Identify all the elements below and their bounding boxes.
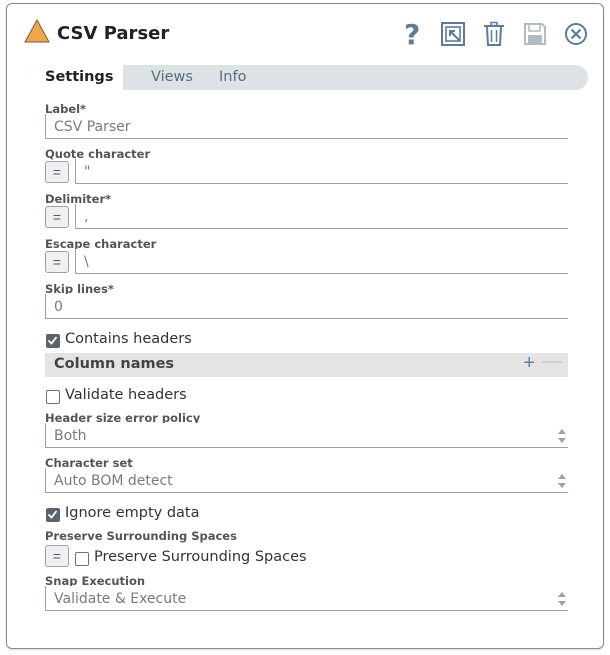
export-icon bbox=[440, 22, 465, 46]
add-column-button[interactable]: + bbox=[523, 352, 535, 375]
help-button[interactable]: ? bbox=[398, 19, 425, 49]
snap-execution-select[interactable]: Validate & Execute bbox=[45, 586, 568, 611]
column-names-section: Column names + — bbox=[45, 350, 568, 377]
save-icon bbox=[523, 23, 546, 45]
svg-text:?: ? bbox=[404, 20, 420, 48]
select-arrows-icon bbox=[558, 592, 566, 606]
tab-settings[interactable]: Settings bbox=[25, 65, 123, 90]
checkmark-icon bbox=[47, 336, 58, 345]
delimiter-expression-toggle[interactable]: = bbox=[45, 206, 69, 228]
snap-execution-value: Validate & Execute bbox=[54, 591, 187, 607]
csv-parser-dialog: CSV Parser ? Settings Views Info Label* … bbox=[6, 3, 604, 649]
column-names-title: Column names bbox=[54, 356, 175, 372]
preserve-surrounding-spaces-checkbox-label: Preserve Surrounding Spaces bbox=[94, 549, 307, 565]
preserve-spaces-expression-toggle[interactable]: = bbox=[45, 545, 69, 567]
validate-headers-checkbox[interactable] bbox=[46, 390, 60, 404]
label-input[interactable]: CSV Parser bbox=[45, 114, 568, 139]
close-button[interactable] bbox=[562, 19, 589, 49]
skip-lines-input[interactable]: 0 bbox=[45, 294, 568, 319]
ignore-empty-data-label: Ignore empty data bbox=[65, 505, 200, 521]
export-button[interactable] bbox=[439, 19, 466, 49]
validate-headers-label: Validate headers bbox=[65, 387, 187, 403]
tab-info[interactable]: Info bbox=[219, 65, 246, 90]
quote-character-input[interactable]: " bbox=[75, 159, 568, 184]
remove-column-button[interactable]: — bbox=[542, 350, 562, 373]
preserve-surrounding-spaces-label: Preserve Surrounding Spaces bbox=[45, 529, 237, 543]
select-arrows-icon bbox=[558, 474, 566, 488]
checkmark-icon bbox=[47, 510, 58, 519]
select-arrows-icon bbox=[558, 429, 566, 443]
delete-button[interactable] bbox=[480, 19, 507, 49]
save-button[interactable] bbox=[521, 19, 548, 49]
contains-headers-label: Contains headers bbox=[65, 331, 192, 347]
header-size-error-policy-value: Both bbox=[54, 428, 87, 444]
toolbar: ? bbox=[398, 18, 589, 50]
snap-triangle-icon bbox=[24, 18, 50, 43]
quote-character-expression-toggle[interactable]: = bbox=[45, 161, 69, 183]
escape-character-expression-toggle[interactable]: = bbox=[45, 251, 69, 273]
header-size-error-policy-select[interactable]: Both bbox=[45, 423, 568, 448]
delimiter-input[interactable]: , bbox=[75, 204, 568, 229]
delete-icon bbox=[483, 21, 504, 46]
close-icon bbox=[564, 23, 587, 45]
tab-views[interactable]: Views bbox=[151, 65, 193, 90]
ignore-empty-data-checkbox[interactable] bbox=[46, 508, 60, 522]
help-icon: ? bbox=[404, 20, 420, 48]
escape-character-input[interactable]: \ bbox=[75, 249, 568, 274]
dialog-title: CSV Parser bbox=[57, 23, 170, 44]
character-set-value: Auto BOM detect bbox=[54, 473, 173, 489]
character-set-select[interactable]: Auto BOM detect bbox=[45, 468, 568, 493]
contains-headers-checkbox[interactable] bbox=[46, 334, 60, 348]
preserve-surrounding-spaces-checkbox[interactable] bbox=[75, 552, 89, 566]
tab-bar: Settings Views Info bbox=[25, 65, 588, 90]
